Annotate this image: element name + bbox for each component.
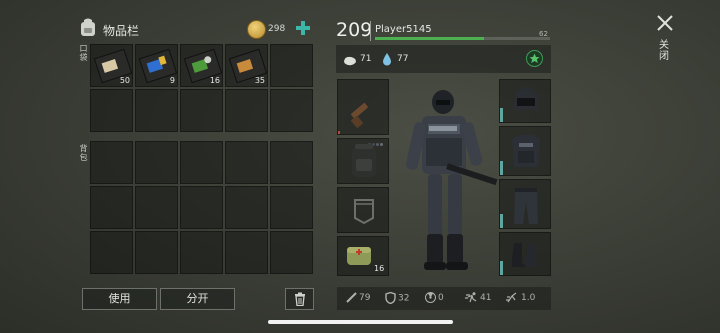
pocket-slot[interactable] [270, 44, 313, 87]
running-icon [465, 292, 477, 303]
speed-stat: 41 [465, 292, 491, 303]
close-button[interactable]: 关闭 [654, 14, 676, 68]
pocket-slot[interactable] [270, 89, 313, 132]
backpack-slot[interactable] [270, 186, 313, 229]
xp-bar [375, 37, 550, 40]
backpack-slot[interactable] [135, 141, 178, 184]
speed-value: 41 [480, 293, 492, 303]
backpack-slot[interactable] [90, 231, 133, 274]
backpack-slot[interactable] [270, 141, 313, 184]
trash-button[interactable] [285, 288, 314, 310]
medkit-slot[interactable]: 16 [337, 236, 389, 276]
pocket-slot[interactable]: 35 [225, 44, 268, 87]
water-icon [382, 51, 392, 66]
item-count: 50 [119, 76, 130, 85]
player-character [398, 86, 498, 276]
armor-stat: 32 [385, 291, 410, 305]
close-label: 关闭 [659, 40, 669, 62]
currency-value: 298 [268, 24, 286, 34]
food-icon [343, 52, 357, 66]
backpack-slot[interactable] [90, 141, 133, 184]
backpack-slot[interactable] [180, 231, 223, 274]
pocket-slot[interactable]: 16 [180, 44, 223, 87]
pants-slot[interactable] [499, 179, 551, 229]
boots-slot[interactable] [499, 232, 551, 276]
star-icon [529, 53, 540, 63]
status-effect-button[interactable] [526, 50, 543, 67]
tactical-backpack-icon [352, 144, 376, 177]
pocket-equip-slot[interactable] [337, 187, 389, 233]
durability-bar [500, 214, 503, 228]
item-count: 35 [254, 76, 265, 85]
boots-icon [512, 243, 540, 267]
pocket-label: 口袋 [79, 44, 88, 62]
backpack-slot[interactable] [270, 231, 313, 274]
backpack-label: 背包 [79, 144, 88, 162]
backpack-icon [79, 17, 97, 37]
armor-value: 32 [398, 293, 410, 304]
pocket-slot[interactable] [90, 89, 133, 132]
xp-bar-fill [375, 37, 484, 40]
armor-vest-icon [512, 135, 540, 167]
helmet-icon [514, 88, 538, 110]
split-button[interactable]: 分开 [160, 288, 235, 310]
radiation-value: 0 [438, 293, 444, 303]
home-indicator[interactable] [268, 320, 453, 324]
coin-icon [247, 20, 266, 39]
pocket-slot[interactable] [180, 89, 223, 132]
player-level: 209 [336, 19, 373, 41]
close-icon [657, 15, 673, 31]
backpack-slot[interactable] [225, 141, 268, 184]
stealth-stat: 1.0 [506, 292, 535, 303]
durability-bar [500, 161, 503, 175]
item-count: 16 [209, 76, 220, 85]
inventory-title: 物品栏 [103, 24, 140, 38]
attack-value: 79 [359, 293, 371, 303]
pocket-slot[interactable] [135, 89, 178, 132]
durability-bar [500, 108, 503, 122]
water-value: 77 [397, 54, 409, 64]
weapon-slot[interactable] [337, 79, 389, 146]
stealth-icon [506, 292, 517, 303]
pocket-placeholder-icon [354, 199, 374, 225]
vest-slot[interactable] [499, 126, 551, 176]
backpack-slot[interactable] [180, 141, 223, 184]
attack-icon [346, 292, 357, 303]
shield-icon [385, 291, 396, 305]
stealth-value: 1.0 [521, 293, 536, 303]
radiation-icon [425, 292, 436, 303]
backpack-slot[interactable] [135, 186, 178, 229]
medkit-count: 16 [374, 264, 385, 273]
backpack-equip-slot[interactable] [337, 138, 389, 184]
pocket-slot[interactable]: 9 [135, 44, 178, 87]
trash-icon [294, 292, 305, 307]
radiation-stat: 0 [425, 292, 444, 303]
backpack-slot[interactable] [90, 186, 133, 229]
backpack-slot[interactable] [135, 231, 178, 274]
add-currency-button[interactable] [294, 19, 312, 37]
durability-bar [500, 261, 503, 275]
pants-icon [514, 188, 538, 224]
food-value: 71 [360, 54, 372, 64]
attack-stat: 79 [346, 292, 370, 303]
backpack-slot[interactable] [225, 231, 268, 274]
header-divider [370, 21, 371, 41]
backpack-slot[interactable] [225, 186, 268, 229]
weapon-mods-indicator [368, 131, 386, 146]
helmet-slot[interactable] [499, 79, 551, 123]
pocket-slot[interactable] [225, 89, 268, 132]
pocket-slot[interactable]: 50 [90, 44, 133, 87]
shotgun-icon [345, 91, 379, 129]
use-button[interactable]: 使用 [82, 288, 157, 310]
player-name: Player5145 [375, 24, 432, 35]
backpack-slot[interactable] [180, 186, 223, 229]
item-count: 9 [169, 76, 175, 85]
